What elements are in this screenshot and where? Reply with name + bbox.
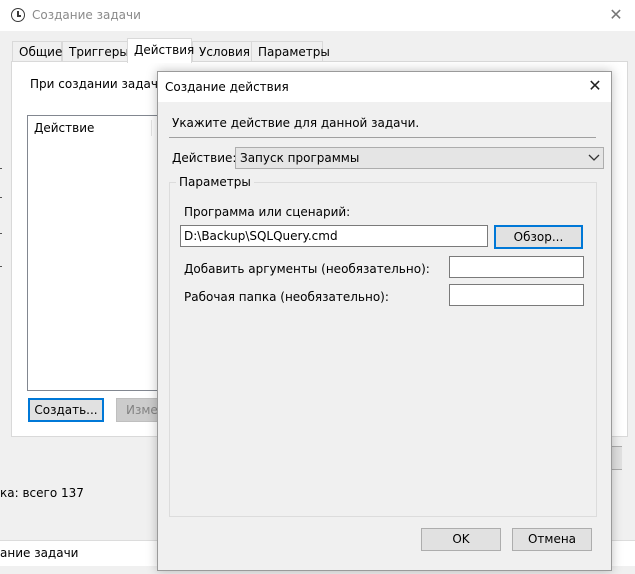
parameters-legend: Параметры bbox=[176, 175, 254, 189]
ok-button[interactable]: OK bbox=[421, 528, 501, 551]
program-input[interactable] bbox=[180, 225, 488, 247]
actions-list-header[interactable]: Действие bbox=[34, 121, 94, 135]
browse-button[interactable]: Обзор... bbox=[494, 225, 583, 249]
cancel-button[interactable]: Отмена bbox=[512, 528, 592, 551]
create-action-button[interactable]: Создать... bbox=[28, 398, 104, 422]
arguments-label: Добавить аргументы (необязательно): bbox=[184, 262, 430, 276]
actions-hint-text: При создании задачи н bbox=[30, 77, 178, 91]
status-bar-text: ание задачи bbox=[0, 546, 79, 560]
edit-action-button: Изме bbox=[116, 398, 160, 422]
dialog-separator bbox=[169, 137, 596, 138]
left-edge-marks bbox=[0, 0, 3, 574]
tab-settings[interactable]: Параметры bbox=[251, 41, 330, 62]
tab-general[interactable]: Общие bbox=[12, 41, 62, 62]
action-type-value[interactable]: Запуск программы bbox=[240, 151, 359, 165]
list-header-separator bbox=[151, 120, 152, 136]
dialog-hint-text: Укажите действие для данной задачи. bbox=[172, 116, 420, 130]
action-type-label: Действие: bbox=[172, 151, 237, 165]
task-count-text: ка: всего 137 bbox=[0, 486, 84, 500]
working-dir-label: Рабочая папка (необязательно): bbox=[184, 290, 389, 304]
working-dir-input[interactable] bbox=[449, 284, 584, 306]
tab-conditions[interactable]: Условия bbox=[192, 41, 252, 62]
chevron-down-icon[interactable] bbox=[586, 150, 602, 166]
background-close-icon[interactable]: ✕ bbox=[606, 5, 626, 25]
program-label: Программа или сценарий: bbox=[184, 205, 351, 219]
tab-triggers[interactable]: Триггеры bbox=[62, 41, 129, 62]
tab-actions[interactable]: Действия bbox=[127, 38, 194, 63]
task-clock-icon bbox=[11, 8, 25, 22]
arguments-input[interactable] bbox=[449, 256, 584, 278]
actions-list[interactable] bbox=[27, 115, 159, 391]
close-icon[interactable]: ✕ bbox=[585, 76, 605, 96]
dialog-title: Создание действия bbox=[165, 80, 289, 94]
background-window-title: Создание задачи bbox=[32, 8, 141, 22]
